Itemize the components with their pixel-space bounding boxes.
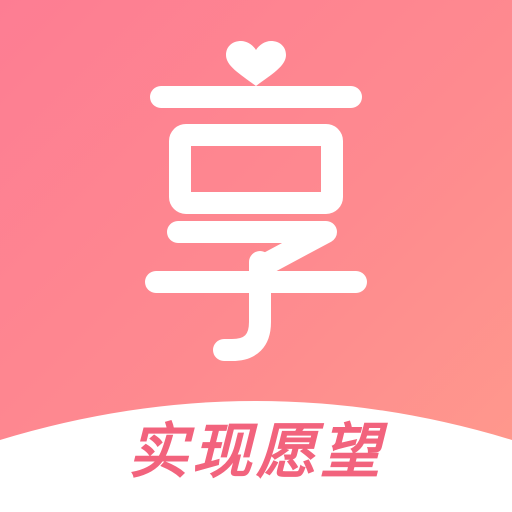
app-icon[interactable]: 实现愿望	[0, 0, 512, 512]
slogan-text: 实现愿望	[128, 417, 384, 487]
